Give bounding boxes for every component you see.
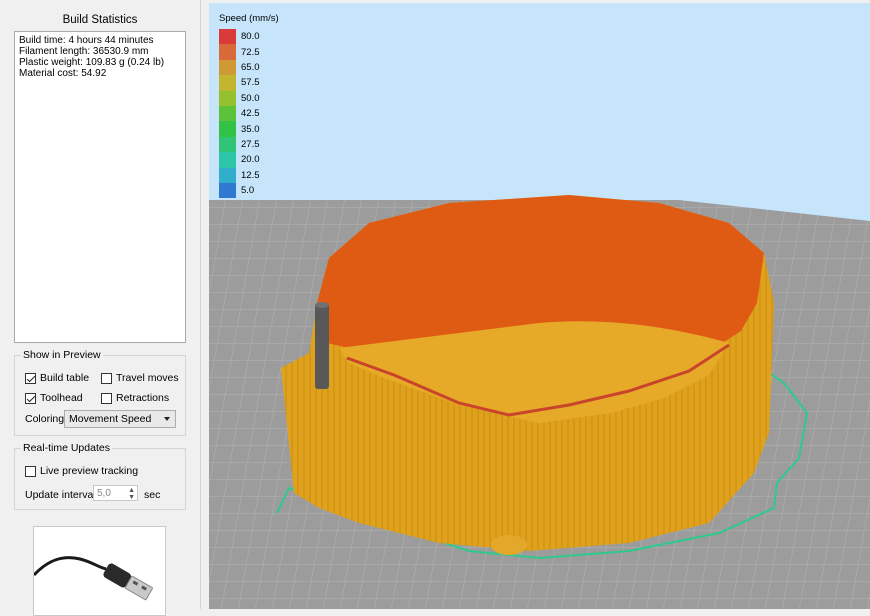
legend-value: 35.0 (241, 123, 260, 135)
retractions-check-icon[interactable] (101, 392, 112, 404)
legend-value: 50.0 (241, 92, 260, 104)
legend-entry: 57.5 (219, 75, 260, 91)
show-in-preview-title: Show in Preview (21, 349, 103, 361)
legend-value: 27.5 (241, 138, 260, 150)
travel-moves-check-icon[interactable] (101, 372, 112, 384)
legend-value: 12.5 (241, 169, 260, 181)
coloring-select[interactable]: Movement Speed (64, 410, 176, 428)
update-interval-label: Update interval (25, 489, 96, 501)
legend-value: 65.0 (241, 61, 260, 73)
legend-swatch (219, 167, 236, 183)
3d-preview-scene[interactable] (209, 3, 870, 609)
live-preview-label: Live preview tracking (40, 465, 139, 477)
legend-value: 42.5 (241, 108, 260, 120)
legend-entry: 5.0 (219, 183, 255, 199)
travel-moves-label: Travel moves (116, 372, 179, 384)
material-cost-text: Material cost: 54.92 (19, 68, 107, 79)
legend-swatch (219, 90, 236, 106)
legend-swatch (219, 44, 236, 60)
build-statistics-box: Build time: 4 hours 44 minutes Filament … (14, 31, 186, 343)
build-table-label: Build table (40, 372, 90, 384)
preview-viewport[interactable]: Speed (mm/s) 80.0 72.5 65.0 57.5 50.0 42.5 35.… (209, 3, 870, 609)
coloring-label: Coloring (25, 413, 65, 425)
legend-title: Speed (mm/s) (219, 13, 279, 24)
update-interval-value: 5,0 (97, 488, 111, 499)
update-interval-unit: sec (144, 489, 161, 501)
legend-entry: 20.0 (219, 152, 260, 168)
build-statistics-title: Build Statistics (62, 14, 138, 26)
legend-entry: 50.0 (219, 90, 260, 106)
update-interval-spinbox[interactable]: 5,0 ▲ ▼ (93, 485, 138, 501)
toolhead-checkbox[interactable]: Toolhead (25, 392, 83, 404)
toolhead-nozzle-top (315, 302, 329, 308)
build-time-text: Build time: 4 hours 44 minutes (19, 35, 154, 46)
build-table-check-icon[interactable] (25, 372, 36, 384)
retractions-label: Retractions (116, 392, 170, 404)
legend-swatch (219, 59, 236, 76)
legend-entry: 35.0 (219, 121, 260, 137)
toolhead-check-icon[interactable] (25, 392, 36, 404)
legend-swatch (219, 75, 236, 91)
chevron-down-icon (164, 417, 170, 421)
legend-value: 80.0 (241, 31, 260, 43)
show-in-preview-group: Show in Preview Build table Travel moves… (14, 349, 186, 436)
build-table-checkbox[interactable]: Build table (25, 372, 89, 384)
travel-moves-checkbox[interactable]: Travel moves (101, 372, 179, 384)
legend-value: 57.5 (241, 77, 260, 89)
usb-cable-icon (34, 556, 153, 601)
legend-swatch (219, 183, 236, 199)
retractions-checkbox[interactable]: Retractions (101, 392, 169, 404)
legend-swatch (219, 29, 236, 45)
legend-swatch (219, 136, 236, 153)
legend-swatch (219, 106, 236, 122)
part-tab (491, 535, 527, 555)
panel-splitter[interactable] (200, 0, 209, 609)
legend-swatch (219, 152, 236, 168)
legend-entry: 42.5 (219, 106, 260, 122)
legend-value: 5.0 (241, 185, 255, 197)
live-preview-checkbox[interactable]: Live preview tracking (25, 465, 138, 477)
spin-arrows-icon[interactable]: ▲ ▼ (128, 487, 135, 501)
legend-value: 20.0 (241, 154, 260, 166)
legend-entry: 80.0 (219, 29, 260, 45)
legend-swatch (219, 121, 236, 137)
realtime-updates-title: Real-time Updates (21, 442, 112, 454)
toolhead-nozzle (315, 304, 329, 389)
model-thumbnail (33, 526, 166, 616)
coloring-value: Movement Speed (69, 413, 152, 425)
realtime-updates-group: Real-time Updates Live preview tracking … (14, 442, 186, 510)
legend-entry: 65.0 (219, 59, 260, 76)
legend-value: 72.5 (241, 46, 260, 58)
left-panel: Build Statistics Build time: 4 hours 44 … (0, 0, 200, 616)
legend-entry: 72.5 (219, 44, 260, 60)
legend-entry: 27.5 (219, 136, 260, 153)
filament-length-text: Filament length: 36530.9 mm (19, 46, 149, 57)
toolhead-label: Toolhead (40, 392, 83, 404)
legend-entry: 12.5 (219, 167, 260, 183)
live-preview-check-icon[interactable] (25, 465, 36, 477)
plastic-weight-text: Plastic weight: 109.83 g (0.24 lb) (19, 57, 165, 68)
